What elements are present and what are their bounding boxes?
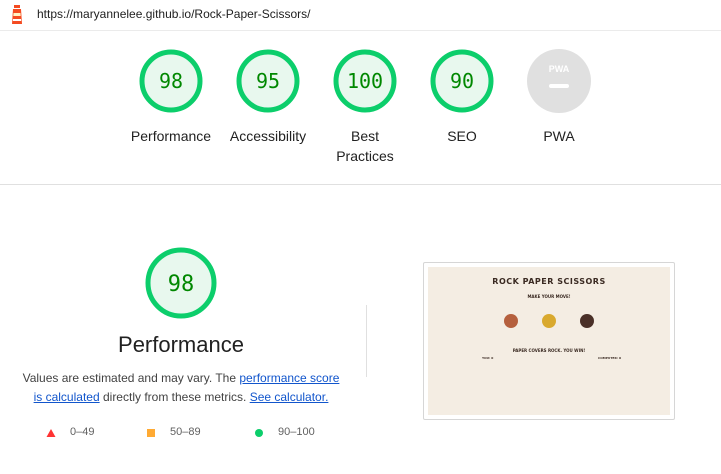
legend-range: 90–100 bbox=[278, 426, 315, 438]
gauge-label: Accessibility bbox=[229, 128, 307, 144]
paper-icon bbox=[542, 314, 556, 328]
lighthouse-icon bbox=[12, 5, 22, 24]
section-divider bbox=[0, 184, 721, 185]
scissors-icon bbox=[580, 314, 594, 328]
top-bar: https://maryannelee.github.io/Rock-Paper… bbox=[0, 0, 721, 31]
performance-score-gauge: 98 bbox=[145, 247, 217, 319]
triangle-icon bbox=[46, 429, 56, 437]
description-text: Values are estimated and may vary. The bbox=[22, 371, 240, 385]
final-screenshot[interactable]: ROCK PAPER SCISSORS MAKE YOUR MOVE! PAPE… bbox=[423, 262, 675, 420]
gauge-pwa[interactable]: PWA PWA bbox=[504, 48, 614, 146]
gauge-best-practices[interactable]: 100 Best Practices bbox=[310, 48, 420, 166]
screenshot-result: PAPER COVERS ROCK. YOU WIN! bbox=[512, 348, 586, 353]
pwa-badge-text: PWA bbox=[549, 64, 570, 74]
gauge-label: Performance bbox=[130, 128, 212, 144]
performance-gauge-ring: 98 bbox=[139, 49, 203, 113]
vertical-divider bbox=[366, 305, 367, 377]
gauge-label: SEO bbox=[447, 128, 477, 144]
rock-icon bbox=[504, 314, 518, 328]
gauge-label: PWA bbox=[543, 128, 575, 144]
gauge-label: Best Practices bbox=[336, 128, 394, 164]
gauge-score: 98 bbox=[159, 69, 183, 93]
screenshot-subtitle: MAKE YOUR MOVE! bbox=[527, 294, 571, 299]
performance-description: Values are estimated and may vary. The p… bbox=[18, 369, 344, 407]
description-text: directly from these metrics. bbox=[99, 390, 250, 404]
legend-range: 0–49 bbox=[70, 426, 95, 438]
gauge-score: 90 bbox=[450, 69, 474, 93]
screenshot-page: ROCK PAPER SCISSORS MAKE YOUR MOVE! PAPE… bbox=[428, 267, 670, 415]
gauge-score: 100 bbox=[347, 69, 383, 93]
screenshot-computer-score: COMPUTER: 0 bbox=[598, 356, 622, 360]
page-url[interactable]: https://maryannelee.github.io/Rock-Paper… bbox=[37, 7, 310, 21]
gauge-seo[interactable]: 90 SEO bbox=[407, 48, 517, 146]
gauge-performance[interactable]: 98 Performance bbox=[116, 48, 226, 146]
screenshot-you-score: YOU: 0 bbox=[482, 356, 494, 360]
legend-range: 50–89 bbox=[170, 426, 201, 438]
see-calculator-link[interactable]: See calculator. bbox=[250, 390, 329, 404]
category-gauges: 98 Performance 95 Accessibility 100 Best… bbox=[0, 30, 721, 184]
screenshot-title: ROCK PAPER SCISSORS bbox=[492, 277, 606, 286]
performance-title: Performance bbox=[118, 332, 244, 357]
accessibility-gauge-ring: 95 bbox=[236, 49, 300, 113]
circle-icon bbox=[255, 429, 263, 437]
best-practices-gauge-ring: 100 bbox=[333, 49, 397, 113]
performance-score: 98 bbox=[168, 272, 195, 297]
square-icon bbox=[147, 429, 155, 437]
gauge-accessibility[interactable]: 95 Accessibility bbox=[213, 48, 323, 146]
gauge-score: 95 bbox=[256, 69, 280, 93]
seo-gauge-ring: 90 bbox=[430, 49, 494, 113]
pwa-badge-icon: PWA bbox=[527, 49, 591, 113]
